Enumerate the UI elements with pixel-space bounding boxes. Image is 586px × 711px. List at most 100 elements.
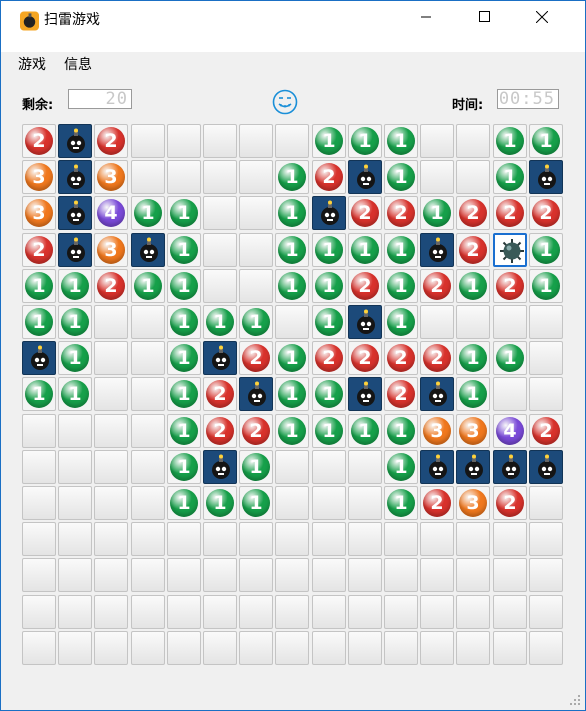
cell-unrevealed[interactable] — [312, 558, 346, 592]
cell-unrevealed[interactable] — [275, 450, 309, 484]
cell-unrevealed[interactable] — [348, 450, 382, 484]
cell-unrevealed[interactable] — [348, 595, 382, 629]
cell-mine[interactable] — [203, 341, 237, 375]
cell-unrevealed[interactable] — [58, 595, 92, 629]
cell-number-4[interactable]: 4 — [94, 196, 128, 230]
cell-unrevealed[interactable] — [131, 595, 165, 629]
cell-number-2[interactable]: 2 — [456, 196, 490, 230]
cell-number-1[interactable]: 1 — [167, 486, 201, 520]
cell-unrevealed[interactable] — [420, 595, 454, 629]
cell-unrevealed[interactable] — [529, 558, 563, 592]
cell-unrevealed[interactable] — [131, 305, 165, 339]
cell-number-2[interactable]: 2 — [312, 160, 346, 194]
cell-unrevealed[interactable] — [420, 160, 454, 194]
cell-unrevealed[interactable] — [22, 414, 56, 448]
cell-unrevealed[interactable] — [239, 196, 273, 230]
cell-number-1[interactable]: 1 — [58, 305, 92, 339]
cell-unrevealed[interactable] — [131, 558, 165, 592]
cell-unrevealed[interactable] — [94, 377, 128, 411]
cell-unrevealed[interactable] — [275, 522, 309, 556]
cell-unrevealed[interactable] — [529, 522, 563, 556]
cell-mine[interactable] — [131, 233, 165, 267]
cell-number-1[interactable]: 1 — [456, 377, 490, 411]
cell-number-1[interactable]: 1 — [348, 124, 382, 158]
cell-number-1[interactable]: 1 — [131, 269, 165, 303]
cell-unrevealed[interactable] — [94, 595, 128, 629]
cell-number-2[interactable]: 2 — [493, 486, 527, 520]
cell-number-1[interactable]: 1 — [384, 269, 418, 303]
cell-unrevealed[interactable] — [275, 595, 309, 629]
cell-unrevealed[interactable] — [94, 305, 128, 339]
cell-number-1[interactable]: 1 — [456, 269, 490, 303]
cell-number-1[interactable]: 1 — [167, 305, 201, 339]
cell-unrevealed[interactable] — [529, 486, 563, 520]
cell-unrevealed[interactable] — [420, 522, 454, 556]
cell-number-2[interactable]: 2 — [384, 196, 418, 230]
cell-unrevealed[interactable] — [529, 595, 563, 629]
cell-number-3[interactable]: 3 — [22, 160, 56, 194]
cell-number-1[interactable]: 1 — [312, 377, 346, 411]
cell-mine[interactable] — [58, 124, 92, 158]
cell-unrevealed[interactable] — [203, 595, 237, 629]
cell-unrevealed[interactable] — [94, 558, 128, 592]
cell-unrevealed[interactable] — [384, 522, 418, 556]
cell-number-1[interactable]: 1 — [275, 269, 309, 303]
cell-unrevealed[interactable] — [529, 305, 563, 339]
cell-unrevealed[interactable] — [167, 522, 201, 556]
cell-mine[interactable] — [58, 196, 92, 230]
cell-unrevealed[interactable] — [420, 631, 454, 665]
cell-number-3[interactable]: 3 — [94, 160, 128, 194]
cell-number-1[interactable]: 1 — [239, 305, 273, 339]
cell-unrevealed[interactable] — [493, 631, 527, 665]
cell-unrevealed[interactable] — [94, 341, 128, 375]
cell-number-3[interactable]: 3 — [456, 486, 490, 520]
cell-number-1[interactable]: 1 — [384, 160, 418, 194]
cell-number-1[interactable]: 1 — [312, 269, 346, 303]
cell-unrevealed[interactable] — [456, 595, 490, 629]
cell-number-1[interactable]: 1 — [58, 269, 92, 303]
cell-number-1[interactable]: 1 — [312, 233, 346, 267]
cell-unrevealed[interactable] — [167, 160, 201, 194]
cell-unrevealed[interactable] — [456, 305, 490, 339]
cell-number-1[interactable]: 1 — [493, 160, 527, 194]
cell-number-2[interactable]: 2 — [529, 414, 563, 448]
cell-unrevealed[interactable] — [94, 631, 128, 665]
cell-number-1[interactable]: 1 — [384, 305, 418, 339]
cell-unrevealed[interactable] — [348, 486, 382, 520]
cell-number-4[interactable]: 4 — [493, 414, 527, 448]
cell-number-2[interactable]: 2 — [493, 196, 527, 230]
cell-mine[interactable] — [312, 196, 346, 230]
cell-unrevealed[interactable] — [420, 305, 454, 339]
cell-number-1[interactable]: 1 — [203, 486, 237, 520]
cell-unrevealed[interactable] — [456, 160, 490, 194]
cell-unrevealed[interactable] — [167, 595, 201, 629]
minimize-button[interactable] — [403, 1, 449, 32]
cell-unrevealed[interactable] — [94, 486, 128, 520]
cell-unrevealed[interactable] — [58, 450, 92, 484]
cell-unrevealed[interactable] — [58, 558, 92, 592]
cell-number-2[interactable]: 2 — [456, 233, 490, 267]
cell-unrevealed[interactable] — [529, 631, 563, 665]
cell-unrevealed[interactable] — [131, 124, 165, 158]
cell-unrevealed[interactable] — [239, 160, 273, 194]
cell-number-1[interactable]: 1 — [312, 124, 346, 158]
cell-number-1[interactable]: 1 — [420, 196, 454, 230]
cell-unrevealed[interactable] — [493, 558, 527, 592]
cell-unrevealed[interactable] — [131, 522, 165, 556]
cell-unrevealed[interactable] — [94, 450, 128, 484]
cell-number-2[interactable]: 2 — [22, 124, 56, 158]
cell-number-1[interactable]: 1 — [275, 414, 309, 448]
cell-unrevealed[interactable] — [348, 558, 382, 592]
cell-unrevealed[interactable] — [275, 631, 309, 665]
cell-number-1[interactable]: 1 — [529, 233, 563, 267]
cell-unrevealed[interactable] — [275, 124, 309, 158]
cell-number-1[interactable]: 1 — [167, 414, 201, 448]
cell-number-1[interactable]: 1 — [58, 341, 92, 375]
cell-unrevealed[interactable] — [348, 631, 382, 665]
cell-unrevealed[interactable] — [131, 341, 165, 375]
cell-number-3[interactable]: 3 — [456, 414, 490, 448]
cell-unrevealed[interactable] — [203, 631, 237, 665]
cell-number-1[interactable]: 1 — [167, 450, 201, 484]
cell-unrevealed[interactable] — [239, 558, 273, 592]
cell-number-1[interactable]: 1 — [239, 450, 273, 484]
